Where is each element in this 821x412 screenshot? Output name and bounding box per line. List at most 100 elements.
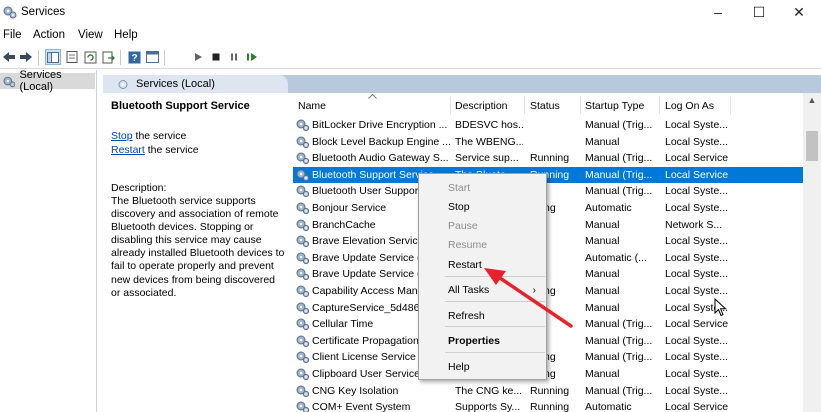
- table-row[interactable]: Bluetooth User Suppor Manual (Trig... Loca…: [293, 183, 803, 200]
- services-gear-icon: [296, 285, 310, 298]
- menu-help[interactable]: Help: [114, 29, 138, 41]
- scroll-up-icon[interactable]: ▲: [803, 95, 821, 111]
- cell-log-on-as: Network S...: [665, 218, 723, 231]
- context-menu-item-refresh[interactable]: Refresh: [419, 307, 546, 326]
- tree-item-label: Services (Local): [19, 69, 62, 93]
- maximize-button[interactable]: ☐: [739, 0, 779, 25]
- close-button[interactable]: ✕: [779, 0, 819, 25]
- table-row[interactable]: Block Level Backup Engine ... The WBENG..…: [293, 134, 803, 151]
- column-divider: [659, 96, 660, 114]
- description-line: discovery and association of remote: [111, 208, 279, 221]
- table-row[interactable]: Cellular Time Manual (Trig... Local Servic…: [293, 316, 803, 333]
- cell-log-on-as: Local Service: [665, 318, 729, 331]
- description-line: disabling this service may cause: [111, 234, 262, 247]
- context-menu-item-label: Help: [448, 361, 470, 373]
- chevron-right-icon: ›: [532, 285, 536, 296]
- forward-arrow-icon[interactable]: [18, 49, 34, 65]
- cell-log-on-as: Local Service: [665, 168, 729, 181]
- help-icon[interactable]: ?: [126, 49, 142, 65]
- cell-startup-type: Manual: [585, 268, 620, 281]
- back-arrow-icon[interactable]: [1, 49, 17, 65]
- cell-log-on-as: Local Syste...: [665, 251, 729, 264]
- column-divider: [580, 96, 581, 114]
- description-line: Bluetooth devices. Stopping or: [111, 221, 254, 234]
- table-row[interactable]: Client License Service (nningManual (Tri…: [293, 349, 803, 366]
- column-header-log-on-as[interactable]: Log On As: [665, 100, 714, 112]
- description-pane: Bluetooth Support Service Stop the servi…: [103, 93, 291, 412]
- context-menu-item-label: Start: [448, 182, 471, 194]
- minimize-button[interactable]: –: [698, 0, 738, 25]
- column-header-status[interactable]: Status: [530, 100, 560, 112]
- description-label: Description:: [111, 182, 167, 194]
- table-row[interactable]: Brave Update Service (I Automatic (... Loc…: [293, 250, 803, 267]
- cell-log-on-as: Local Syste...: [665, 135, 729, 148]
- context-menu-item-help[interactable]: Help: [419, 358, 546, 377]
- console-tree-icon[interactable]: [45, 49, 61, 65]
- table-row[interactable]: Bonjour ServicenningAutomaticLocal Syste…: [293, 200, 803, 217]
- context-menu-item-all-tasks[interactable]: All Tasks ›: [419, 281, 546, 300]
- scrollbar-thumb[interactable]: [806, 131, 818, 161]
- cell-name: BitLocker Drive Encryption ...: [312, 119, 448, 131]
- table-row[interactable]: BitLocker Drive Encryption ... BDESVC hos…: [293, 117, 803, 134]
- restart-suffix-text: the service: [144, 144, 199, 156]
- table-row[interactable]: Brave Elevation Service Manual Local Syste…: [293, 233, 803, 250]
- menu-action[interactable]: Action: [33, 29, 65, 41]
- stop-service-link[interactable]: Stop: [111, 130, 133, 142]
- context-menu-item-restart[interactable]: Restart: [419, 256, 546, 275]
- table-row[interactable]: Brave Update Service (I Manual Local Syste…: [293, 266, 803, 283]
- table-row[interactable]: Certificate Propagation Manual (Trig... Lo…: [293, 333, 803, 350]
- toolbar-separator: [38, 50, 39, 65]
- menu-file[interactable]: File: [3, 29, 22, 41]
- cell-status: Running: [530, 152, 570, 165]
- export-list-icon[interactable]: [100, 49, 116, 65]
- restart-service-link[interactable]: Restart: [111, 144, 145, 156]
- cell-name: Bluetooth Audio Gateway S...: [312, 152, 449, 165]
- cell-description: Service sup...: [455, 152, 519, 165]
- table-row[interactable]: Clipboard User Service_nningManualLocal …: [293, 366, 803, 383]
- table-row[interactable]: Bluetooth Audio Gateway S... Service sup.…: [293, 150, 803, 167]
- cell-startup-type: Manual (Trig...: [585, 351, 653, 364]
- properties-sheet-icon[interactable]: [64, 49, 80, 65]
- cell-description: BDESVC hos...: [455, 119, 523, 131]
- context-menu-item-resume: Resume: [419, 236, 546, 255]
- refresh-icon[interactable]: [82, 49, 98, 65]
- column-header-startup-type[interactable]: Startup Type: [585, 100, 644, 112]
- table-row[interactable]: Bluetooth Support ServiceThe Blueto...Ru…: [293, 166, 803, 184]
- description-text: The Bluetooth service supports discovery…: [111, 195, 289, 300]
- cell-name: COM+ Event System: [312, 401, 411, 412]
- toolbar: ?: [0, 45, 821, 69]
- services-gear-icon: [296, 185, 310, 198]
- services-gear-icon: [296, 351, 310, 364]
- table-row[interactable]: COM+ Event System Supports Sy... Running Au…: [293, 399, 803, 412]
- context-menu-separator: [445, 276, 545, 277]
- services-gear-icon: [296, 385, 310, 397]
- services-gear-icon: [296, 235, 310, 248]
- cell-startup-type: Manual: [585, 368, 620, 380]
- restart-icon[interactable]: [244, 49, 260, 65]
- play-icon[interactable]: [190, 49, 206, 65]
- services-gear-icon: [296, 401, 310, 412]
- vertical-scrollbar[interactable]: ▲: [803, 93, 821, 412]
- table-row[interactable]: CNG Key Isolation The CNG ke... Running Man…: [293, 383, 803, 400]
- cell-log-on-as: Local Syste...: [665, 351, 729, 364]
- cell-startup-type: Manual (Trig...: [585, 185, 653, 198]
- services-gear-icon: [296, 219, 310, 231]
- services-gear-icon: [296, 119, 310, 132]
- stop-icon[interactable]: [208, 49, 224, 65]
- cell-startup-type: Manual (Trig...: [585, 119, 653, 131]
- menu-view[interactable]: View: [78, 29, 103, 41]
- show-hide-action-pane-icon[interactable]: [144, 49, 160, 65]
- column-header-name[interactable]: Name: [298, 100, 326, 112]
- context-menu-item-properties[interactable]: Properties: [419, 332, 546, 351]
- table-row[interactable]: BranchCache Manual Network S...: [293, 217, 803, 234]
- description-line: new devices from being discovered: [111, 273, 276, 286]
- pause-icon[interactable]: [226, 49, 242, 65]
- tree-item-services-local[interactable]: Services (Local): [0, 69, 95, 93]
- column-header-description[interactable]: Description: [455, 100, 508, 112]
- cell-log-on-as: Local Syste...: [665, 185, 729, 198]
- cell-log-on-as: Local Syste...: [665, 235, 729, 248]
- context-menu-item-stop[interactable]: Stop: [419, 198, 546, 217]
- services-gear-icon: [3, 6, 17, 19]
- list-header: Name Description Status Startup Type Log…: [293, 93, 803, 117]
- context-menu-separator: [445, 301, 545, 302]
